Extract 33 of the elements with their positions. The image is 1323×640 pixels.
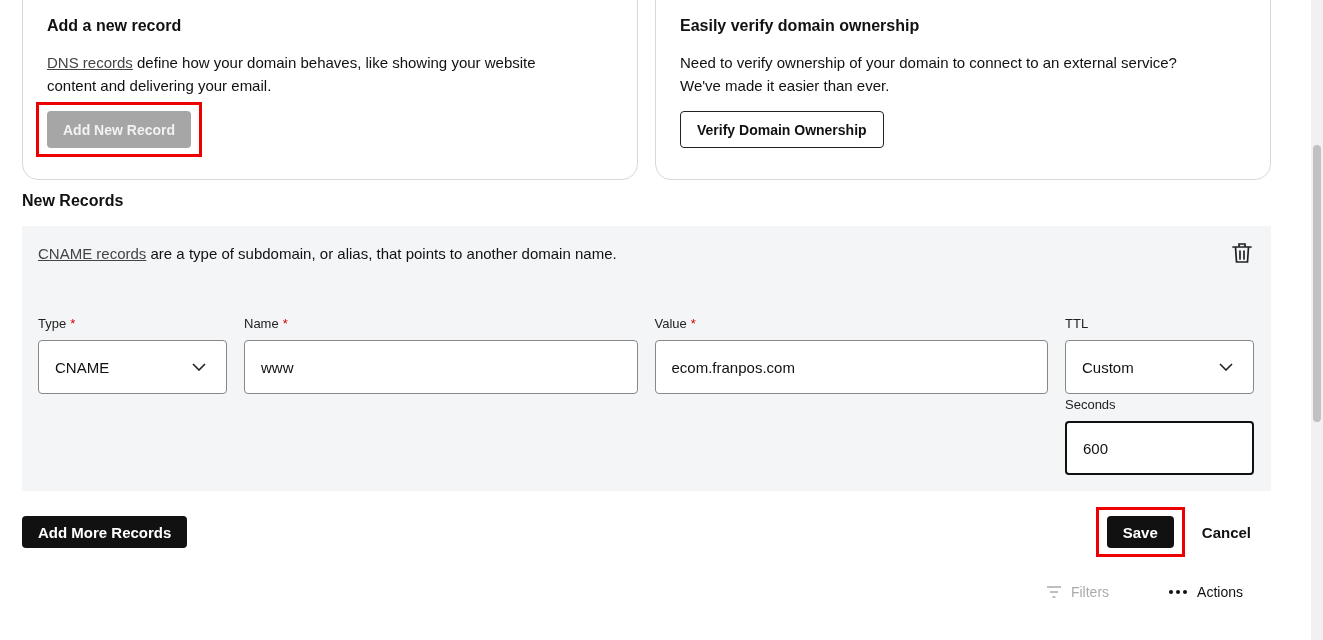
card-title: Easily verify domain ownership xyxy=(680,17,921,35)
chevron-down-icon xyxy=(192,363,206,371)
card-button[interactable]: Verify Domain Ownership xyxy=(680,111,884,148)
link[interactable]: CNAME records xyxy=(38,244,147,262)
field-label: TTL xyxy=(1065,316,1089,331)
input-field[interactable]: 600 xyxy=(1065,421,1254,475)
required-mark: * xyxy=(690,316,696,331)
chevron-down-icon xyxy=(1219,363,1233,371)
more-dots-icon xyxy=(1169,590,1188,594)
field-label: Value xyxy=(654,316,687,331)
input-field[interactable]: www xyxy=(244,340,638,394)
scrollbar-thumb[interactable] xyxy=(1313,145,1321,422)
required-mark: * xyxy=(282,316,288,331)
input-field[interactable]: ecom.franpos.com xyxy=(654,340,1048,394)
field-label: Type xyxy=(38,316,67,331)
required-mark: * xyxy=(70,316,76,331)
link[interactable]: DNS records xyxy=(47,54,133,71)
save-button[interactable]: Save xyxy=(1106,516,1174,548)
add-more-records-button[interactable]: Add More Records xyxy=(22,516,188,548)
select-field[interactable]: CNAME xyxy=(38,340,227,394)
card-description: Need to verify ownership of your domain to connect to an external service? We've made it easier than ever. xyxy=(680,53,1178,96)
card-description: DNS records define how your domain behaves, like showing your website content and delivering your email. xyxy=(47,53,537,96)
delete-icon[interactable] xyxy=(1232,242,1252,264)
actions-button[interactable]: Actions xyxy=(1169,584,1243,600)
filter-icon xyxy=(1046,586,1061,598)
field-label: Seconds xyxy=(1065,397,1117,412)
cancel-button[interactable]: Cancel xyxy=(1185,516,1267,548)
section-heading: New Records xyxy=(22,192,125,210)
field-label: Name xyxy=(244,316,279,331)
record-description: CNAME records are a type of subdomain, or alias, that points to another domain name. xyxy=(38,244,617,262)
scrollbar[interactable] xyxy=(1311,0,1323,640)
select-field[interactable]: Custom xyxy=(1065,340,1254,394)
card-title: Add a new record xyxy=(47,17,183,35)
